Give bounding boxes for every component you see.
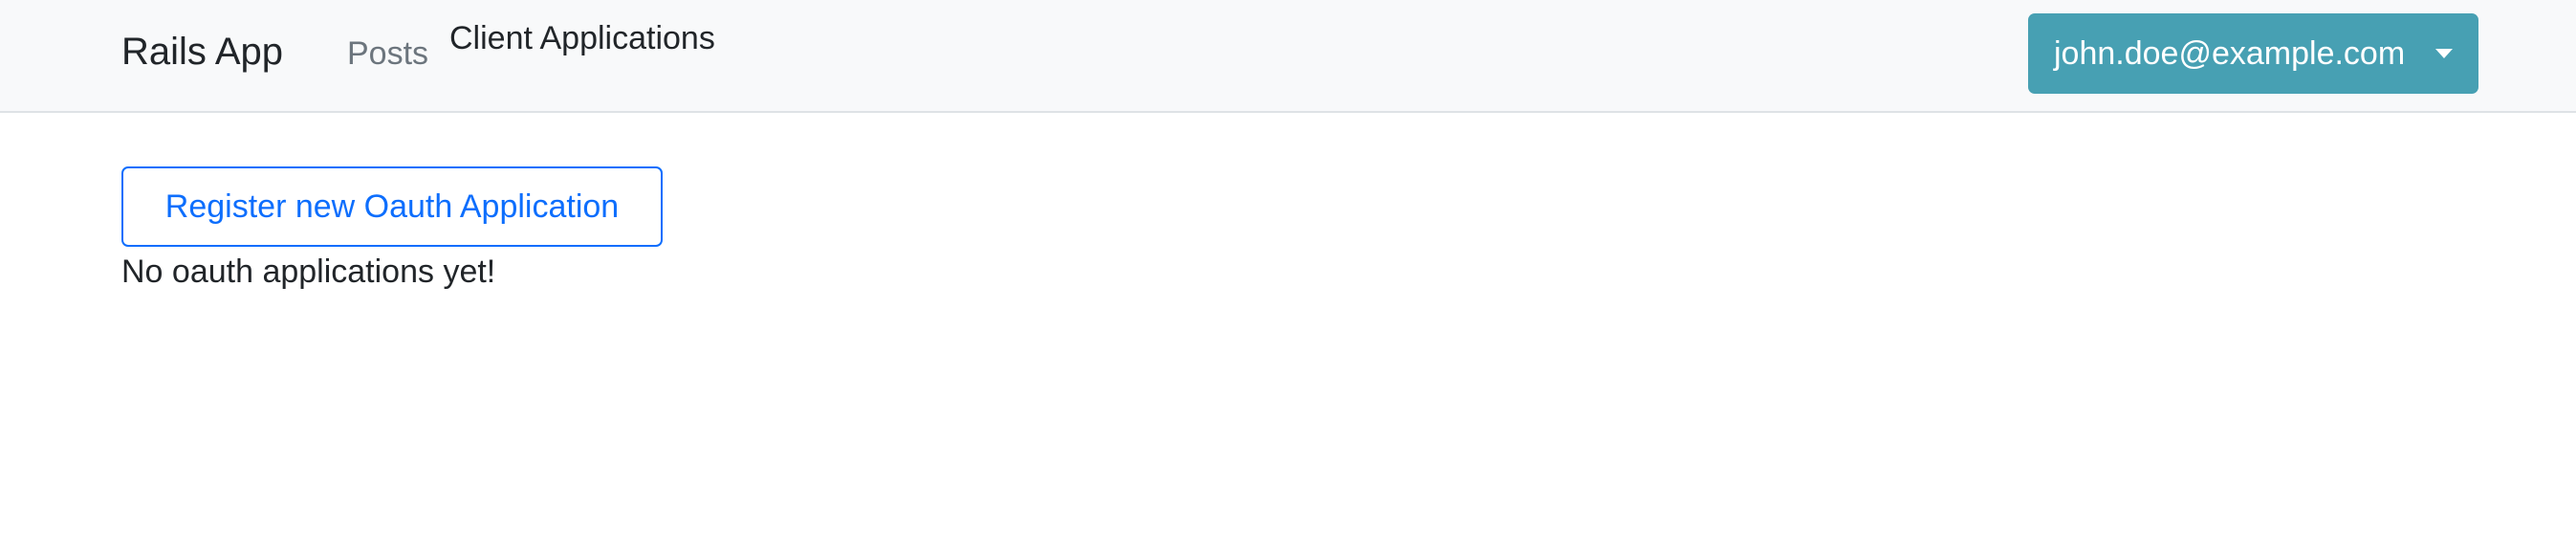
brand-link[interactable]: Rails App bbox=[121, 28, 283, 76]
navbar: Rails App Posts Client Applications john… bbox=[0, 0, 2576, 113]
user-menu-dropdown[interactable]: john.doe@example.com bbox=[2028, 13, 2478, 94]
caret-down-icon bbox=[2435, 49, 2453, 58]
empty-state-message: No oauth applications yet! bbox=[121, 253, 496, 290]
user-email-label: john.doe@example.com bbox=[2054, 35, 2406, 72]
nav-link-posts[interactable]: Posts bbox=[347, 33, 428, 75]
nav-link-client-applications[interactable]: Client Applications bbox=[449, 17, 715, 59]
register-oauth-application-button[interactable]: Register new Oauth Application bbox=[121, 166, 663, 247]
